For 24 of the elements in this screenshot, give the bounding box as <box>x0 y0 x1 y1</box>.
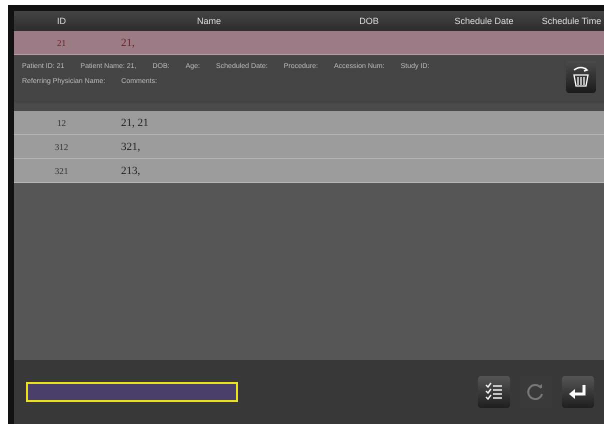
column-header[interactable]: Schedule Date <box>429 16 539 26</box>
enter-button[interactable] <box>562 376 594 408</box>
table-cell-text: 213, <box>120 164 142 176</box>
column-header[interactable]: Schedule Time <box>539 16 604 26</box>
table-row[interactable]: 312 321, <box>14 135 604 159</box>
delete-button[interactable] <box>566 61 596 93</box>
input-field[interactable] <box>26 382 238 402</box>
table-cell-text: 321 <box>54 166 70 176</box>
table-cell-text: 12 <box>56 118 67 128</box>
enter-icon <box>568 384 588 400</box>
table-cell-text: 21, 21 <box>120 116 150 128</box>
column-header[interactable]: Name <box>109 16 309 26</box>
table-cell-text: 321, <box>120 140 142 152</box>
checklist-button[interactable] <box>478 376 510 408</box>
table-cell-text: 21, <box>120 36 136 48</box>
table-row[interactable]: 321 213, <box>14 159 604 183</box>
column-header[interactable]: ID <box>14 16 109 26</box>
table-cell-text: 21 <box>56 38 67 48</box>
table-row[interactable]: 12 21, 21 <box>14 111 604 135</box>
checklist-icon <box>485 382 503 402</box>
trash-icon <box>571 66 591 88</box>
refresh-icon <box>527 383 545 401</box>
column-header[interactable]: DOB <box>309 16 429 26</box>
table-cell-text: 312 <box>54 142 70 152</box>
